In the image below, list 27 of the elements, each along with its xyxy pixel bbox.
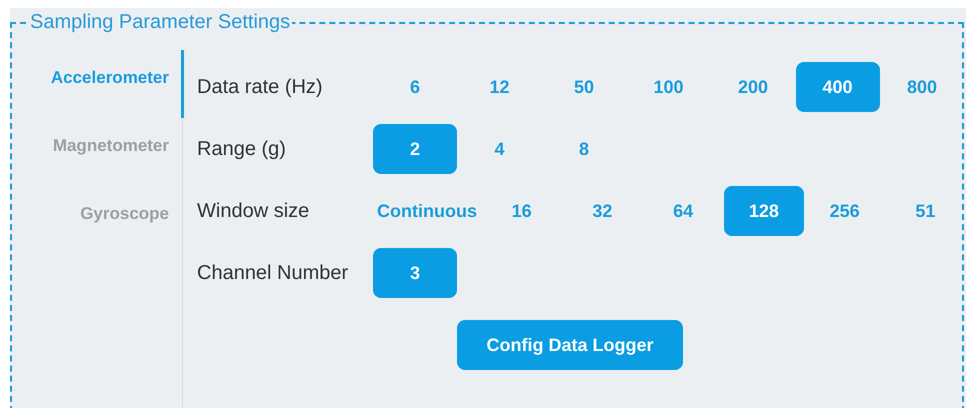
sensor-tab[interactable]: Gyroscope — [10, 186, 184, 254]
option-button[interactable]: 100 — [626, 62, 710, 112]
option-button[interactable]: 64 — [642, 186, 724, 236]
config-button[interactable]: Config Data Logger — [457, 320, 683, 370]
option-button[interactable]: 32 — [562, 186, 642, 236]
parameter-label: Window size — [197, 200, 310, 222]
option-button[interactable]: 256 — [804, 186, 885, 236]
option-button[interactable]: 51 — [885, 186, 966, 236]
option-button[interactable]: 2 — [373, 124, 457, 174]
option-button[interactable]: 16 — [481, 186, 562, 236]
parameter-label: Channel Number — [197, 262, 350, 284]
option-button[interactable]: 6 — [373, 62, 457, 112]
option-button[interactable]: Continuous — [373, 186, 481, 236]
option-button[interactable]: 800 — [880, 62, 964, 112]
parameter-label: Range (g) — [197, 138, 287, 160]
option-button[interactable]: 50 — [542, 62, 626, 112]
sensor-tab[interactable]: Accelerometer — [10, 50, 184, 118]
option-button[interactable]: 3 — [373, 248, 457, 298]
option-button[interactable]: 400 — [796, 62, 880, 112]
parameter-label: Data rate (Hz) — [197, 76, 324, 98]
panel-title: Sampling Parameter Settings — [28, 11, 292, 34]
sensor-tab[interactable]: Magnetometer — [10, 118, 184, 186]
option-button[interactable]: 128 — [724, 186, 804, 236]
option-button[interactable]: 12 — [458, 62, 542, 112]
option-button[interactable]: 8 — [542, 124, 626, 174]
option-button[interactable]: 4 — [458, 124, 542, 174]
option-button[interactable]: 200 — [711, 62, 795, 112]
